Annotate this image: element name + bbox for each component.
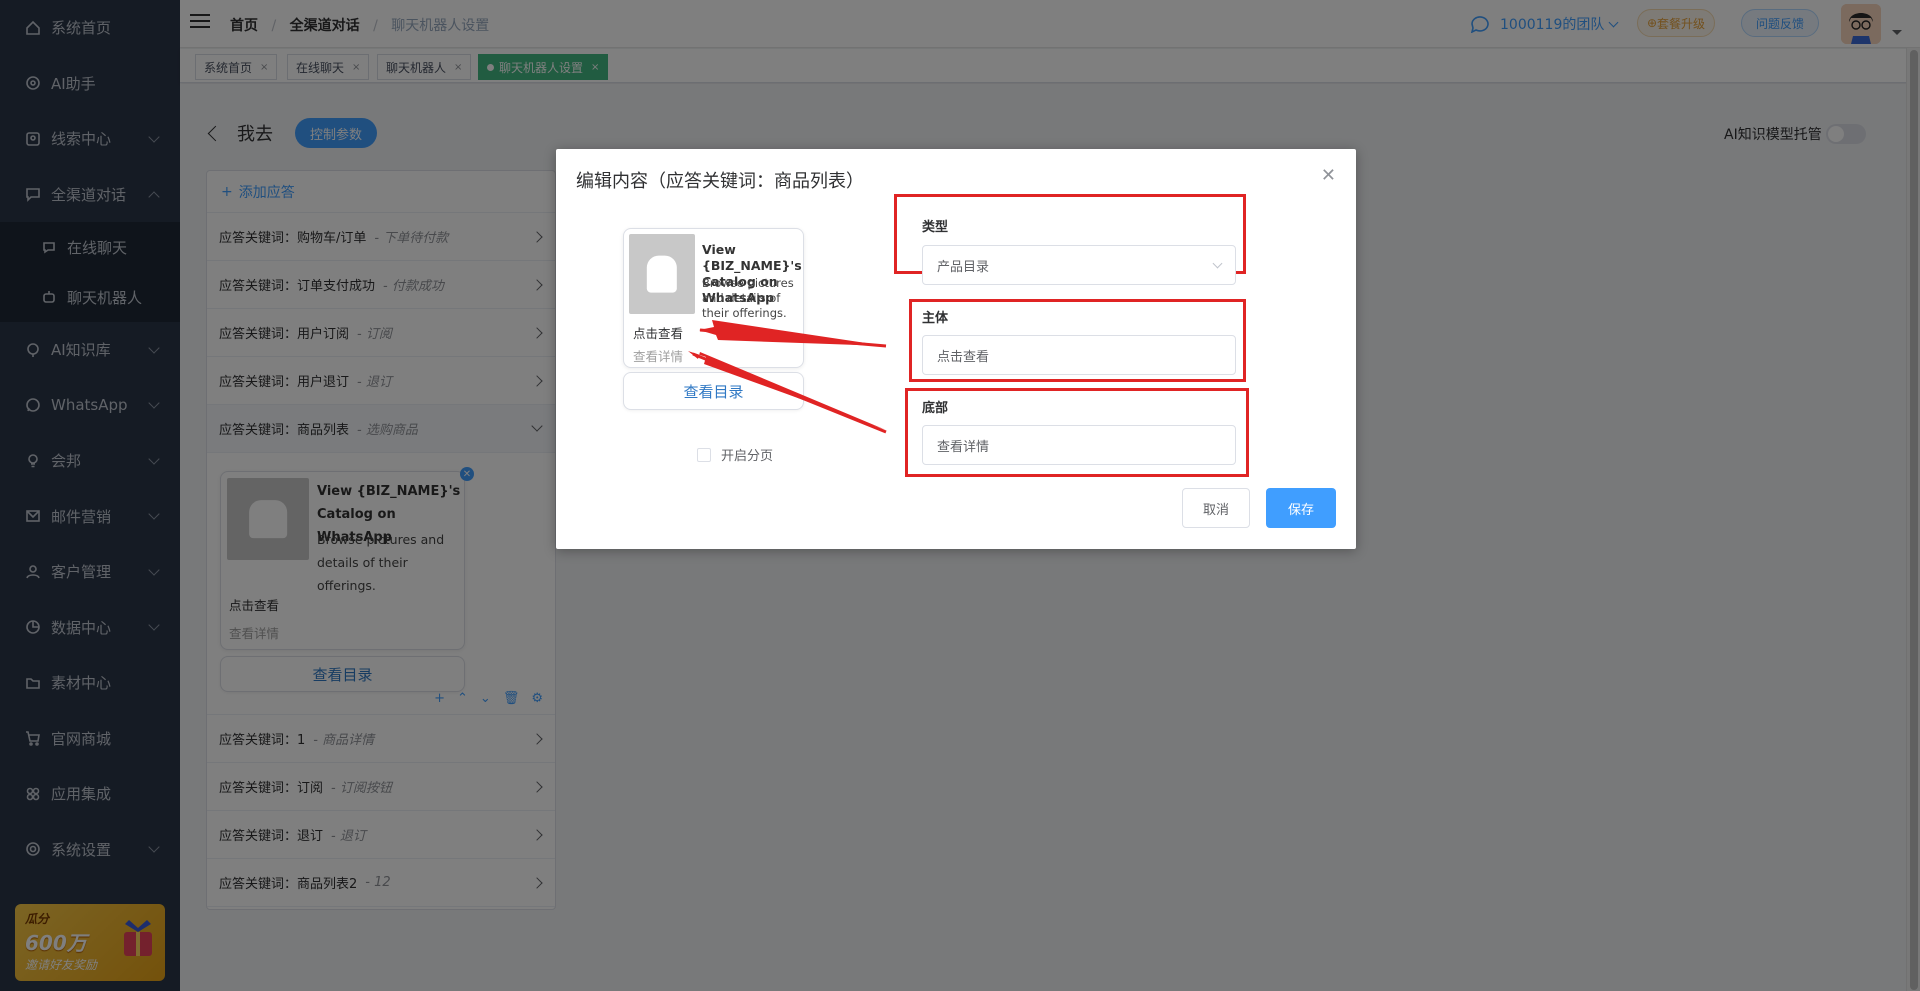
close-icon[interactable]: ✕ — [1321, 165, 1336, 186]
body-value: 点击查看 — [937, 349, 990, 365]
product-thumbnail — [629, 234, 695, 314]
type-select[interactable]: 产品目录 — [922, 245, 1236, 285]
view-catalog-button[interactable]: 查看目录 — [623, 372, 804, 410]
body-input[interactable]: 点击查看 — [922, 335, 1236, 375]
dialog-title: 编辑内容（应答关键词：商品列表） — [576, 171, 864, 192]
type-value: 产品目录 — [937, 259, 990, 275]
save-button[interactable]: 保存 — [1266, 488, 1336, 528]
card-description: Browse pictures and details of their off… — [702, 276, 794, 320]
chevron-down-icon — [1212, 258, 1223, 269]
paging-label: 开启分页 — [721, 449, 774, 464]
cancel-button[interactable]: 取消 — [1182, 488, 1250, 528]
checkbox-box[interactable] — [697, 447, 711, 462]
footer-input[interactable]: 查看详情 — [922, 425, 1236, 465]
footer-label: 底部 — [922, 401, 949, 416]
body-label: 主体 — [922, 311, 949, 326]
type-label: 类型 — [922, 220, 949, 235]
card-body-text: 点击查看 — [633, 326, 684, 341]
footer-value: 查看详情 — [937, 439, 990, 455]
paging-checkbox[interactable]: 开启分页 — [697, 445, 773, 464]
catalog-preview-card: View {BIZ_NAME}'s Catalog on WhatsApp Br… — [623, 228, 804, 368]
edit-content-dialog: 编辑内容（应答关键词：商品列表） ✕ View {BIZ_NAME}'s Cat… — [556, 149, 1356, 549]
card-footer-text: 查看详情 — [633, 349, 684, 364]
